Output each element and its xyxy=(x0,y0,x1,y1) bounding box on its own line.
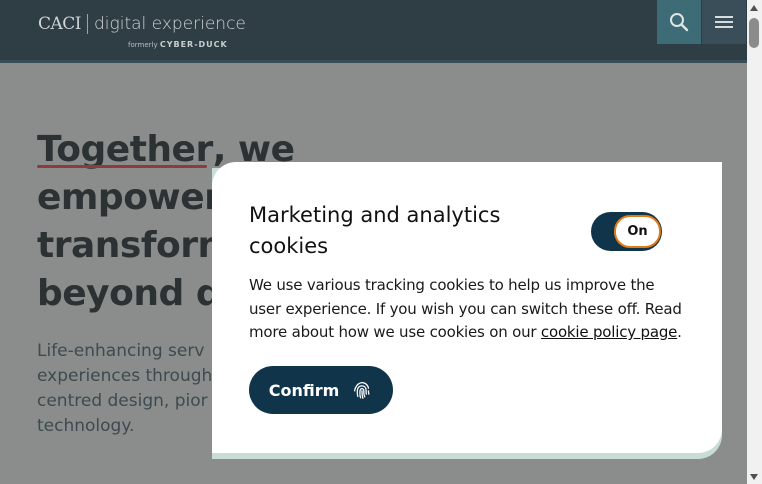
fingerprint-icon xyxy=(354,382,370,399)
cookie-dialog: Marketing and analytics cookies On We us… xyxy=(212,162,722,453)
logo-formerly-label: formerly xyxy=(128,41,158,49)
hamburger-menu-icon xyxy=(715,13,733,31)
confirm-button[interactable]: Confirm xyxy=(249,366,393,414)
logo-formerly-brand: CYBER-DUCK xyxy=(159,40,228,49)
menu-button[interactable] xyxy=(702,0,746,44)
cookie-toggle[interactable]: On xyxy=(591,212,662,251)
page-scrollbar[interactable] xyxy=(747,0,762,484)
cookie-policy-link[interactable]: cookie policy page xyxy=(541,323,677,341)
caci-logo[interactable]: CACI digital experience formerly CYBER-DU… xyxy=(38,14,246,49)
hero-title-emphasis: Together xyxy=(37,129,213,170)
cookie-toggle-label: On xyxy=(614,215,661,248)
site-header: CACI digital experience formerly CYBER-DU… xyxy=(0,0,747,63)
search-button[interactable] xyxy=(657,0,701,44)
cookie-body-end: . xyxy=(677,323,682,341)
scroll-down-arrow-icon[interactable] xyxy=(750,474,758,480)
scroll-up-arrow-icon[interactable] xyxy=(750,5,758,11)
cookie-dialog-title: Marketing and analytics cookies xyxy=(249,203,501,258)
logo-formerly: formerly CYBER-DUCK xyxy=(128,40,228,49)
logo-caci-text: CACI xyxy=(38,14,89,34)
confirm-button-label: Confirm xyxy=(268,380,340,400)
hero-title-line-3: transform xyxy=(37,225,235,266)
search-icon xyxy=(670,13,689,32)
logo-dx-text: digital experience xyxy=(94,14,246,34)
hero-title-line-2: empower xyxy=(37,177,222,218)
scroll-thumb[interactable] xyxy=(749,18,759,48)
cookie-dialog-body: We use various tracking cookies to help … xyxy=(249,274,689,345)
